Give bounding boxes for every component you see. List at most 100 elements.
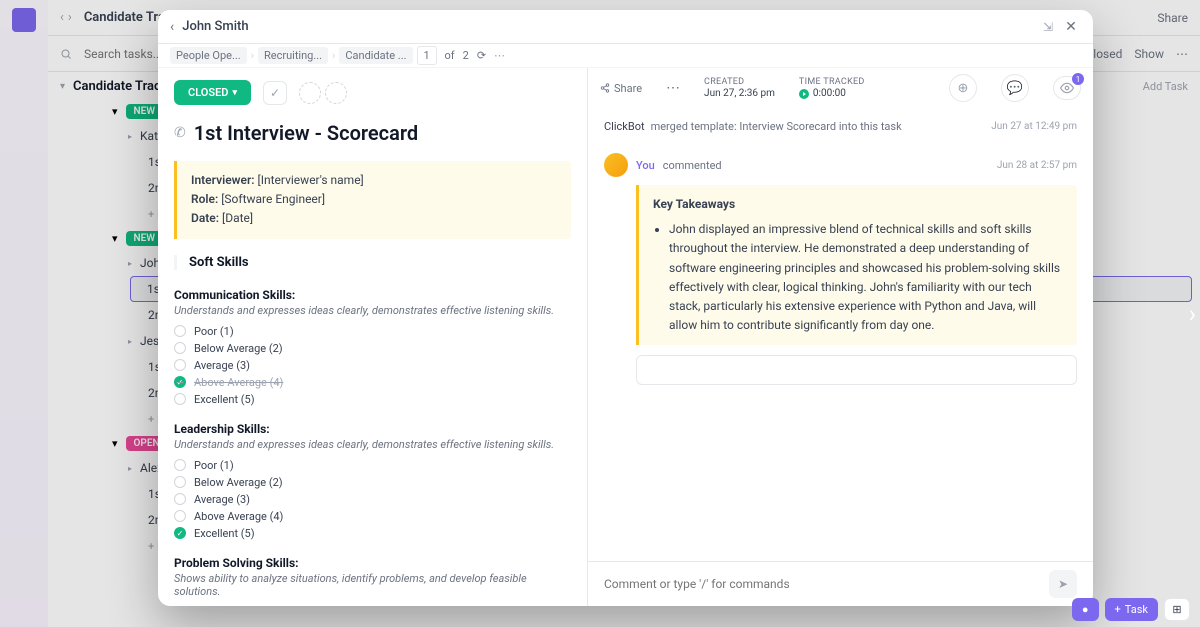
- activity-actor: ClickBot: [604, 120, 645, 133]
- status-button[interactable]: CLOSED ▾: [174, 80, 251, 105]
- comment-heading: Key Takeaways: [653, 195, 1063, 214]
- refresh-icon[interactable]: ⟳: [477, 49, 486, 62]
- rating-option[interactable]: Average (3): [174, 493, 571, 506]
- next-task-arrow[interactable]: ›: [1189, 300, 1196, 328]
- radio-icon: [174, 359, 186, 371]
- skill-description: Understands and expresses ideas clearly,…: [174, 304, 571, 317]
- minimize-icon[interactable]: ⇲: [1043, 20, 1053, 34]
- rating-option[interactable]: Above Average (4): [174, 510, 571, 523]
- role-label: Role:: [191, 192, 218, 206]
- phone-icon: ✆: [174, 125, 186, 141]
- date-value: [Date]: [222, 211, 253, 225]
- action-circle[interactable]: ⊕: [949, 74, 977, 102]
- page-total: 2: [463, 49, 469, 62]
- created-meta: CREATED Jun 27, 2:36 pm: [704, 77, 775, 99]
- task-modal: ‹ John Smith ⇲ ✕ People Ope... › Recruit…: [158, 10, 1093, 606]
- reply-input[interactable]: [636, 355, 1077, 385]
- play-icon[interactable]: [799, 89, 809, 99]
- tracked-value: 0:00:00: [813, 88, 846, 99]
- interviewer-value: [Interviewer's name]: [258, 173, 364, 187]
- task-title[interactable]: 1st Interview - Scorecard: [194, 121, 418, 145]
- radio-icon: [174, 493, 186, 505]
- date-label: Date:: [191, 211, 219, 225]
- rating-label: Above Average (4): [194, 510, 283, 523]
- check-icon: ✓: [174, 527, 186, 539]
- time-tracked-meta: TIME TRACKED 0:00:00: [799, 77, 865, 99]
- breadcrumb-separator: ›: [251, 49, 254, 62]
- comment-time: Jun 28 at 2:57 pm: [997, 160, 1077, 171]
- rating-option[interactable]: Below Average (2): [174, 342, 571, 355]
- of-label: of: [445, 49, 455, 62]
- avatar[interactable]: [604, 153, 628, 177]
- rating-label: Excellent (5): [194, 527, 255, 540]
- skill-name: Problem Solving Skills:: [174, 556, 571, 570]
- rating-option[interactable]: ✓ Excellent (5): [174, 527, 571, 540]
- rating-option[interactable]: Poor (1): [174, 325, 571, 338]
- comment-author: You: [636, 159, 655, 172]
- radio-icon: [174, 325, 186, 337]
- chevron-down-icon: ▾: [232, 88, 237, 98]
- comment-input-bar: ➤: [588, 561, 1093, 606]
- activity-item: ClickBot merged template: Interview Scor…: [604, 116, 1077, 137]
- rating-option[interactable]: Average (3): [174, 359, 571, 372]
- status-label: CLOSED: [188, 86, 228, 99]
- rating-option[interactable]: ✓Above Average (4): [174, 376, 571, 389]
- radio-icon: [174, 342, 186, 354]
- skill-name: Leadership Skills:: [174, 422, 571, 436]
- meta-bar: Share ⋯ CREATED Jun 27, 2:36 pm TIME TRA…: [588, 68, 1093, 108]
- skill-description: Shows ability to analyze situations, ide…: [174, 572, 571, 598]
- rating-label: Poor (1): [194, 325, 234, 338]
- comment-verb: commented: [663, 159, 722, 172]
- role-value: [Software Engineer]: [221, 192, 325, 206]
- rating-option[interactable]: Below Average (2): [174, 476, 571, 489]
- breadcrumb[interactable]: People Ope...: [170, 47, 247, 64]
- priority-add[interactable]: [325, 82, 347, 104]
- apps-button[interactable]: ⊞: [1164, 598, 1190, 621]
- breadcrumb[interactable]: Candidate ...: [339, 47, 412, 64]
- modal-header: ‹ John Smith ⇲ ✕: [158, 10, 1093, 44]
- record-button[interactable]: ●: [1072, 598, 1099, 621]
- watchers-count: 1: [1072, 73, 1084, 85]
- breadcrumb[interactable]: Recruiting...: [258, 47, 328, 64]
- more-icon[interactable]: ⋯: [666, 80, 680, 96]
- created-value: Jun 27, 2:36 pm: [704, 88, 775, 99]
- radio-icon: [174, 393, 186, 405]
- activity-feed: ClickBot merged template: Interview Scor…: [588, 108, 1093, 561]
- rating-option[interactable]: Poor (1): [174, 459, 571, 472]
- rating-label: Average (3): [194, 493, 250, 506]
- task-detail-pane: CLOSED ▾ ✓ ✆ 1st Interview - Scorecard I…: [158, 68, 588, 606]
- close-icon[interactable]: ✕: [1061, 17, 1081, 37]
- new-task-button[interactable]: + Task: [1105, 598, 1158, 621]
- chat-icon[interactable]: 💬: [1001, 74, 1029, 102]
- breadcrumb-separator: ›: [332, 49, 335, 62]
- more-icon[interactable]: ⋯: [494, 49, 505, 62]
- radio-icon: [174, 459, 186, 471]
- share-button[interactable]: Share: [600, 82, 642, 95]
- comment-body: Key Takeaways John displayed an impressi…: [636, 185, 1077, 345]
- rating-option[interactable]: Excellent (5): [174, 393, 571, 406]
- bottom-action-bar: ● + Task ⊞: [1072, 598, 1190, 621]
- assignee-add[interactable]: [299, 82, 321, 104]
- rating-label: Poor (1): [194, 459, 234, 472]
- tracked-label: TIME TRACKED: [799, 77, 865, 87]
- watchers-button[interactable]: 1: [1053, 76, 1081, 100]
- comment-text: John displayed an impressive blend of te…: [669, 220, 1063, 335]
- activity-text: merged template: Interview Scorecard int…: [651, 120, 902, 133]
- rating-label: Below Average (2): [194, 342, 283, 355]
- rating-label: Average (3): [194, 359, 250, 372]
- modal-title: John Smith: [182, 19, 248, 34]
- page-current[interactable]: 1: [417, 46, 437, 65]
- back-icon[interactable]: ‹: [170, 19, 174, 35]
- interviewer-label: Interviewer:: [191, 173, 255, 187]
- activity-pane: Share ⋯ CREATED Jun 27, 2:36 pm TIME TRA…: [588, 68, 1093, 606]
- status-bar: CLOSED ▾ ✓: [174, 80, 571, 105]
- send-button[interactable]: ➤: [1049, 570, 1077, 598]
- skill-block: Communication Skills:Understands and exp…: [174, 288, 571, 406]
- comment-input[interactable]: [604, 577, 1041, 591]
- complete-checkbox[interactable]: ✓: [263, 81, 287, 105]
- skill-block: Problem Solving Skills: Shows ability to …: [174, 556, 571, 606]
- modal-breadcrumbs: People Ope... › Recruiting... › Candidat…: [158, 44, 1093, 68]
- check-icon: ✓: [174, 376, 186, 388]
- rating-label: Excellent (5): [194, 393, 255, 406]
- skill-block: Leadership Skills:Understands and expres…: [174, 422, 571, 540]
